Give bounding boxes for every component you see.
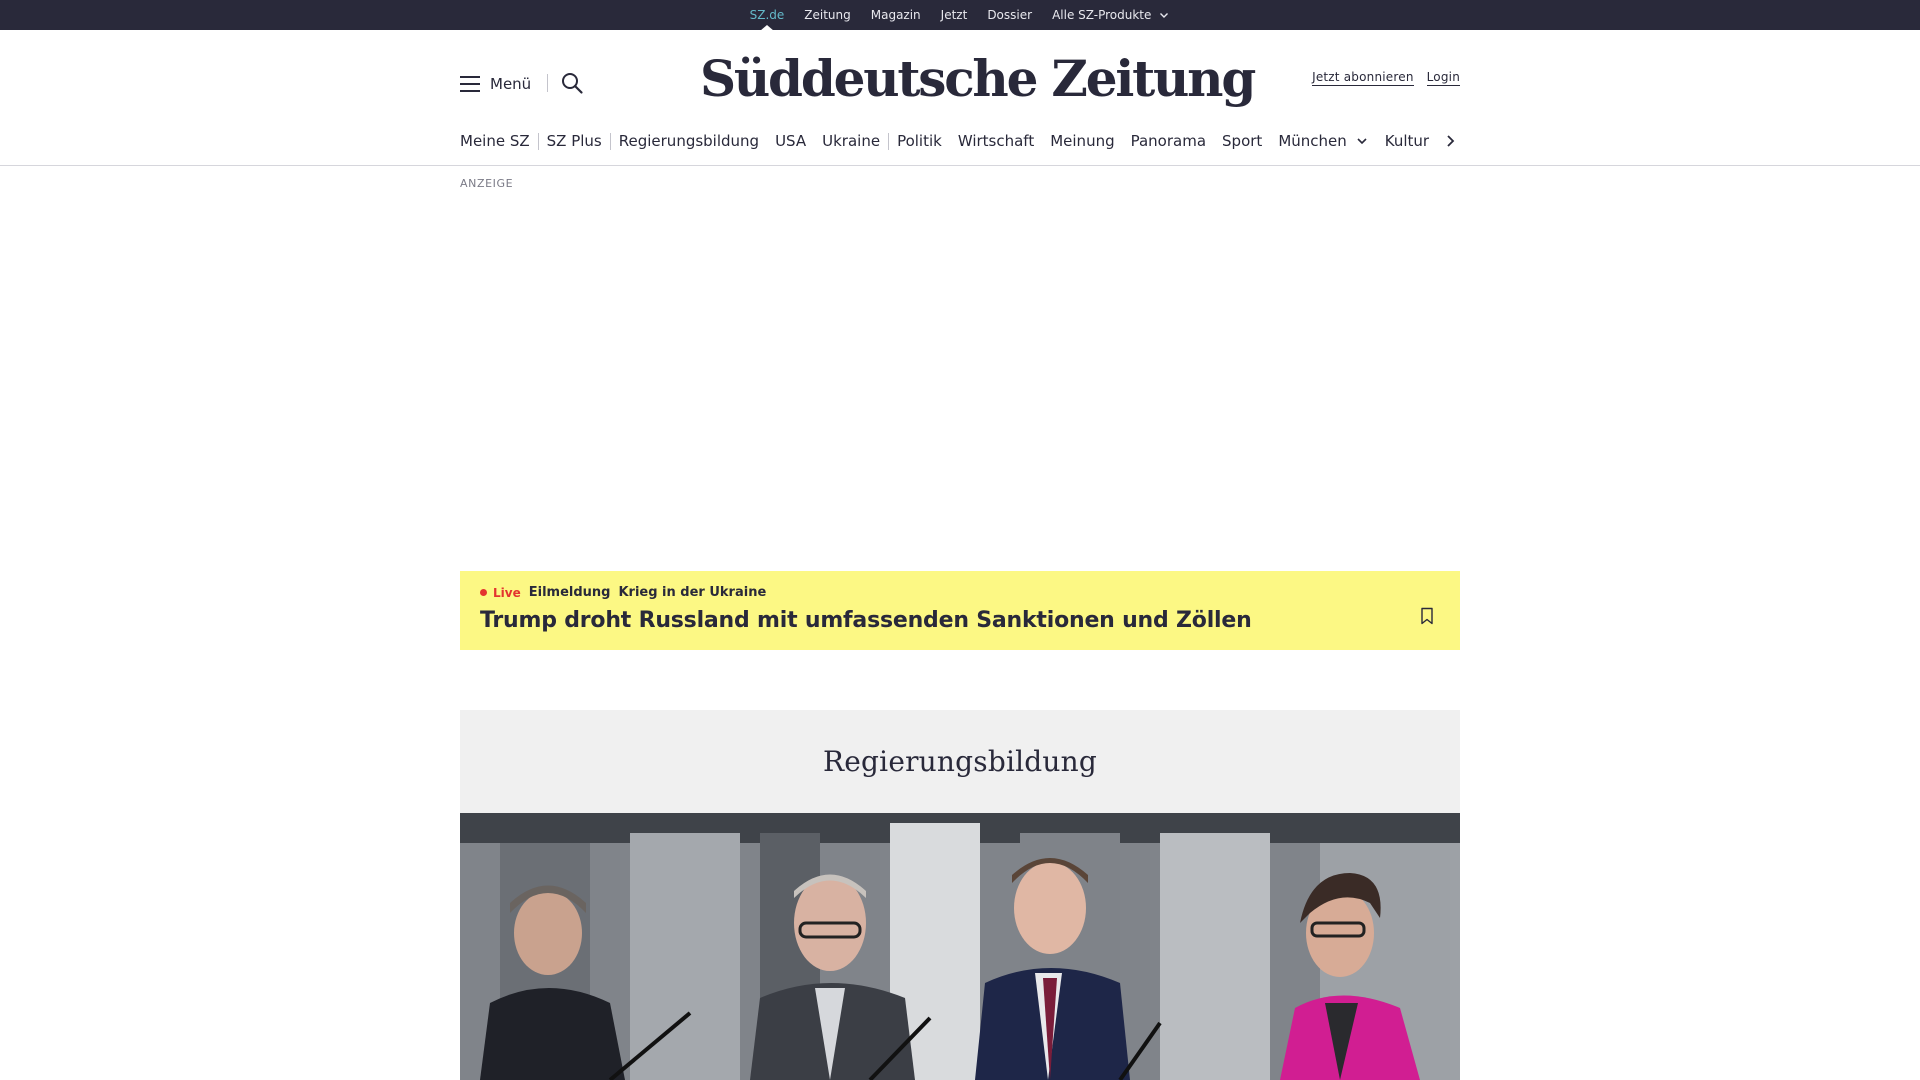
- live-badge: Live: [480, 586, 521, 600]
- product-link-magazin[interactable]: Magazin: [871, 0, 921, 30]
- account-links: Jetzt abonnieren Login: [1312, 70, 1460, 86]
- nav-item-meine-sz[interactable]: Meine SZ: [460, 132, 538, 150]
- nav-item-kultur[interactable]: Kultur: [1377, 132, 1437, 150]
- chevron-down-icon: [1357, 138, 1367, 145]
- chevron-right-icon[interactable]: [1440, 131, 1460, 151]
- breaking-topic: Krieg in der Ukraine: [618, 585, 767, 600]
- hamburger-icon: [460, 76, 480, 92]
- nav-item-regierungsbildung[interactable]: Regierungsbildung: [611, 132, 767, 150]
- masthead: Menü Süddeutsche Zeitung Jetzt abonniere…: [0, 30, 1920, 166]
- product-link-all-products[interactable]: Alle SZ-Produkte: [1052, 0, 1170, 30]
- product-link-jetzt[interactable]: Jetzt: [941, 0, 968, 30]
- nav-item-sport[interactable]: Sport: [1214, 132, 1270, 150]
- search-icon[interactable]: [560, 71, 584, 95]
- nav-item-muenchen-label: München: [1278, 132, 1347, 150]
- nav-item-wirtschaft[interactable]: Wirtschaft: [950, 132, 1042, 150]
- product-link-sz-de[interactable]: SZ.de: [750, 0, 785, 30]
- breaking-news-teaser[interactable]: Live Eilmeldung Krieg in der Ukraine Tru…: [460, 571, 1460, 650]
- site-logo[interactable]: Süddeutsche Zeitung: [700, 44, 1256, 114]
- live-dot-icon: [480, 589, 487, 596]
- product-link-dossier[interactable]: Dossier: [987, 0, 1032, 30]
- bookmark-icon[interactable]: [1420, 607, 1434, 625]
- chevron-down-icon: [1160, 13, 1169, 18]
- nav-item-usa[interactable]: USA: [767, 132, 814, 150]
- ad-label: ANZEIGE: [460, 177, 514, 190]
- nav-item-politik[interactable]: Politik: [889, 132, 950, 150]
- live-label: Live: [493, 585, 521, 600]
- nav-item-sz-plus[interactable]: SZ Plus: [539, 132, 610, 150]
- breaking-kicker: Live Eilmeldung Krieg in der Ukraine: [480, 585, 1440, 600]
- menu-divider: [547, 74, 548, 92]
- press-conference-photo: [460, 813, 1460, 1080]
- topic-header: Regierungsbildung: [460, 710, 1460, 813]
- menu-button[interactable]: Menü: [460, 72, 531, 96]
- breaking-headline[interactable]: Trump droht Russland mit umfassenden San…: [480, 608, 1440, 633]
- login-link[interactable]: Login: [1426, 70, 1460, 86]
- nav-item-meinung[interactable]: Meinung: [1042, 132, 1122, 150]
- subscribe-link[interactable]: Jetzt abonnieren: [1312, 70, 1414, 86]
- section-nav: Meine SZ SZ Plus Regierungsbildung USA U…: [460, 126, 1460, 156]
- nav-item-muenchen[interactable]: München: [1270, 132, 1376, 150]
- menu-label: Menü: [490, 75, 532, 93]
- product-link-zeitung[interactable]: Zeitung: [804, 0, 850, 30]
- breaking-label: Eilmeldung: [528, 585, 611, 600]
- nav-item-ukraine[interactable]: Ukraine: [814, 132, 888, 150]
- all-products-label: Alle SZ-Produkte: [1052, 8, 1152, 22]
- product-bar: SZ.de Zeitung Magazin Jetzt Dossier Alle…: [0, 0, 1920, 30]
- nav-item-panorama[interactable]: Panorama: [1123, 132, 1214, 150]
- topic-photo[interactable]: [460, 813, 1460, 1080]
- topic-title[interactable]: Regierungsbildung: [823, 745, 1097, 778]
